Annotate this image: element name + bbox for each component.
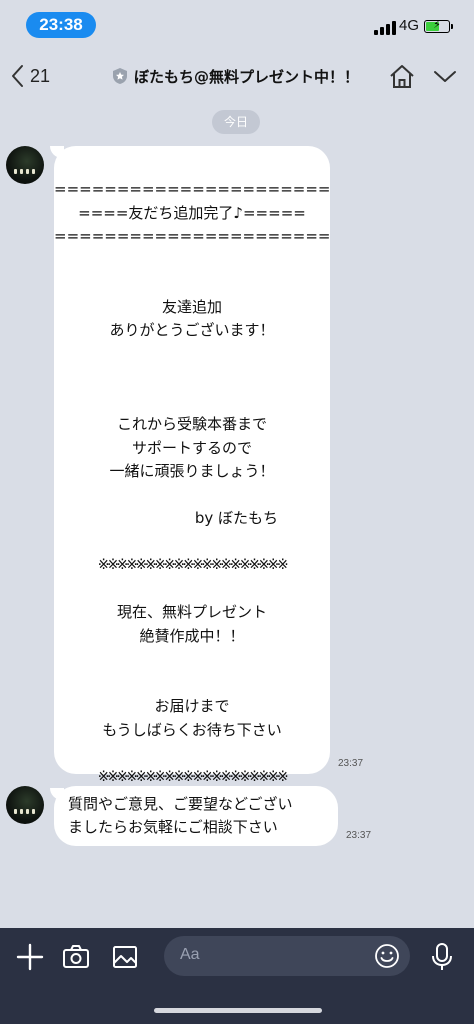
- message-line: [54, 742, 330, 766]
- battery-tip: [451, 24, 453, 29]
- message-line: [54, 390, 330, 414]
- message-line: ====友だち追加完了♪=====: [78, 203, 306, 222]
- message-line: [54, 484, 330, 508]
- unread-count: 21: [30, 65, 51, 86]
- message-line: ※※※※※※※※※※※※※※※※※※※※: [97, 557, 289, 573]
- message-line: サポートするので: [131, 438, 252, 457]
- chat-title-area[interactable]: ぼたもち@無料プレゼント中！！: [112, 64, 359, 88]
- chevron-left-icon: [12, 65, 23, 87]
- message-line: by ぼたもち: [194, 509, 278, 527]
- message-text: ====================== ====友だち追加完了♪=====…: [54, 178, 331, 789]
- shield-icon: [113, 68, 127, 84]
- message-line: [54, 272, 330, 296]
- chat-title: ぼたもち@無料プレゼント中！！: [134, 67, 360, 86]
- message-input-placeholder: Aa: [180, 946, 200, 963]
- message-line: 現在、無料プレゼント: [116, 603, 267, 621]
- home-indicator: [154, 1008, 322, 1013]
- message-line: ======================: [54, 227, 331, 245]
- chat-header: 21 ぼたもち@無料プレゼント中！！: [0, 48, 474, 104]
- message-bubble[interactable]: ====================== ====友だち追加完了♪=====…: [54, 146, 331, 785]
- chevron-down-icon[interactable]: [432, 66, 458, 86]
- back-button[interactable]: 21: [10, 62, 50, 90]
- message-line: [54, 648, 330, 672]
- emoji-icon[interactable]: [374, 943, 400, 969]
- image-icon[interactable]: [112, 942, 138, 972]
- message-input[interactable]: Aa: [164, 936, 410, 976]
- message-line: [54, 531, 330, 555]
- avatar[interactable]: [6, 146, 44, 184]
- message-line: 質問やご意見、ご要望などござい: [68, 795, 293, 813]
- signal-icon: [374, 21, 396, 35]
- message-line: もうしばらくお待ち下さい: [102, 720, 282, 739]
- message-line: [54, 672, 330, 696]
- message-timestamp: 23:37: [338, 758, 364, 769]
- status-time: 23:38: [26, 12, 96, 38]
- status-bar: 23:38 4G ⚡: [0, 0, 474, 48]
- battery-icon: ⚡: [424, 18, 450, 33]
- avatar[interactable]: [6, 786, 44, 824]
- message-line: [54, 366, 330, 390]
- message-line: ======================: [54, 180, 331, 198]
- home-icon[interactable]: [388, 62, 416, 90]
- message-line: [54, 578, 330, 602]
- message-line: [54, 249, 330, 273]
- plus-icon[interactable]: [16, 942, 44, 972]
- message-line: ましたらお気軽にご相談下さい: [68, 818, 278, 836]
- message-text: 質問やご意見、ご要望などござい ましたらお気軽にご相談下さい: [68, 793, 293, 839]
- message-bubble[interactable]: 質問やご意見、ご要望などござい ましたらお気軽にご相談下さい: [54, 786, 338, 846]
- date-separator: 今日: [212, 110, 260, 134]
- input-bar: Aa: [0, 928, 474, 1024]
- message-line: [54, 343, 330, 367]
- message-timestamp: 23:37: [346, 830, 372, 841]
- network-type: 4G: [399, 17, 420, 34]
- message-line: ありがとうございます！: [109, 321, 275, 339]
- camera-icon[interactable]: [62, 942, 90, 972]
- message-line: これから受験本番まで: [116, 415, 267, 433]
- message-line: 友達追加: [161, 297, 222, 316]
- message-line: お届けまで: [154, 697, 230, 715]
- message-line: 絶賛作成中！！: [139, 626, 245, 645]
- mic-icon[interactable]: [430, 942, 454, 972]
- message-line: 一緒に頑張りましょう！: [109, 462, 275, 480]
